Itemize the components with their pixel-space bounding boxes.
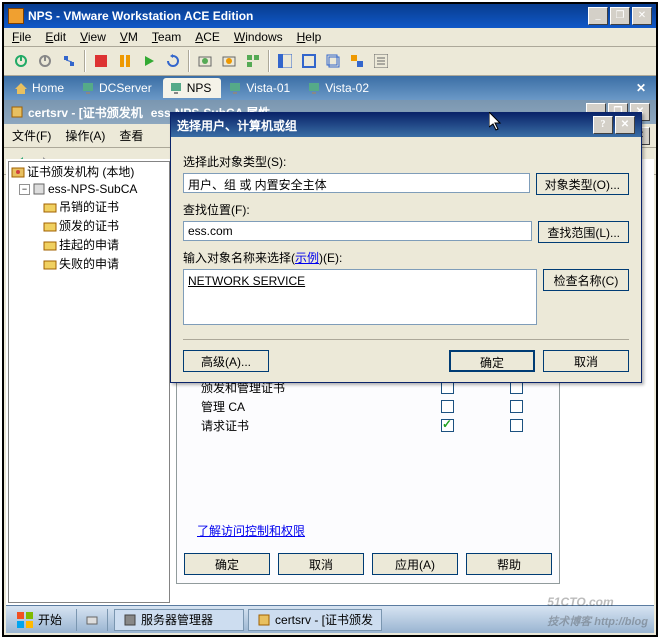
taskbar-item[interactable]: 服务器管理器 [114, 609, 244, 631]
object-name-input[interactable]: NETWORK SERVICE [183, 269, 537, 325]
menu-windows[interactable]: Windows [234, 30, 283, 44]
mmc-menu-file[interactable]: 文件(F) [12, 127, 51, 144]
menu-vm[interactable]: VM [120, 30, 138, 44]
tab-close-icon[interactable]: ✕ [630, 81, 652, 95]
object-name-label: 输入对象名称来选择(示例)(E): [183, 249, 629, 266]
pc-icon [228, 81, 242, 95]
power-off-icon2[interactable] [34, 50, 56, 72]
cancel-button[interactable]: 取消 [543, 350, 629, 372]
object-type-label: 选择此对象类型(S): [183, 153, 629, 170]
deny-checkbox[interactable] [510, 400, 523, 413]
object-types-button[interactable]: 对象类型(O)... [536, 173, 629, 195]
allow-checkbox[interactable] [441, 419, 454, 432]
vmware-titlebar: NPS - VMware Workstation ACE Edition _ ❐… [4, 4, 656, 28]
tab-vista01[interactable]: Vista-01 [222, 78, 300, 98]
play-icon[interactable] [138, 50, 160, 72]
windows-logo-icon [16, 611, 34, 629]
cert-icon [10, 105, 24, 119]
location-field: ess.com [183, 221, 532, 241]
folder-icon [43, 257, 57, 271]
tree-item[interactable]: 失败的申请 [9, 254, 169, 273]
snapshot-icon[interactable] [194, 50, 216, 72]
power-off-icon[interactable] [10, 50, 32, 72]
tab-dcserver[interactable]: DCServer [75, 78, 162, 98]
menu-file[interactable]: File [12, 30, 31, 44]
deny-checkbox[interactable] [510, 419, 523, 432]
object-type-field: 用户、组 或 内置安全主体 [183, 173, 530, 193]
fullscreen-icon[interactable] [298, 50, 320, 72]
taskbar: 开始 服务器管理器 certsrv - [证书颁发 [6, 605, 654, 633]
tree-root[interactable]: 证书颁发机构 (本地) [9, 162, 169, 181]
quick-launch-icon[interactable] [81, 609, 103, 631]
check-names-button[interactable]: 检查名称(C) [543, 269, 629, 291]
advanced-button[interactable]: 高级(A)... [183, 350, 269, 372]
menu-help[interactable]: Help [297, 30, 322, 44]
menu-team[interactable]: Team [152, 30, 181, 44]
location-label: 查找位置(F): [183, 201, 629, 218]
unity-icon[interactable] [346, 50, 368, 72]
network-icon[interactable] [58, 50, 80, 72]
tree-ca[interactable]: − ess-NPS-SubCA [9, 181, 169, 197]
select-user-dialog: 选择用户、计算机或组 ? ✕ 选择此对象类型(S): 用户、组 或 内置安全主体… [170, 112, 642, 383]
props-apply-button[interactable]: 应用(A) [372, 553, 458, 575]
pause-icon[interactable] [114, 50, 136, 72]
tree-item[interactable]: 颁发的证书 [9, 216, 169, 235]
collapse-icon[interactable]: − [19, 184, 30, 195]
ok-button[interactable]: 确定 [449, 350, 535, 372]
props-ok-button[interactable]: 确定 [184, 553, 270, 575]
close-button[interactable]: ✕ [632, 7, 652, 25]
window-title: NPS - VMware Workstation ACE Edition [28, 9, 588, 23]
menu-ace[interactable]: ACE [195, 30, 220, 44]
home-icon [14, 81, 28, 95]
vm-tabbar: Home DCServer NPS Vista-01 Vista-02 ✕ [4, 76, 656, 100]
mmc-menu-view[interactable]: 查看 [119, 127, 143, 144]
reset-icon[interactable] [162, 50, 184, 72]
folder-icon [43, 200, 57, 214]
stop-icon[interactable] [90, 50, 112, 72]
folder-icon [43, 238, 57, 252]
perm-row: 请求证书 [177, 416, 559, 435]
tab-home[interactable]: Home [8, 78, 74, 98]
properties-panel-back: 读取 颁发和管理证书 管理 CA 请求证书 了解访问控制和权限 确定 取消 应用… [176, 354, 560, 584]
pc-icon [307, 81, 321, 95]
tab-nps[interactable]: NPS [163, 78, 222, 98]
vmware-menubar: File Edit View VM Team ACE Windows Help [4, 28, 656, 47]
dialog-title: 选择用户、计算机或组 ? ✕ [171, 113, 641, 137]
mmc-menu-action[interactable]: 操作(A) [65, 127, 105, 144]
revert-icon[interactable] [218, 50, 240, 72]
vmware-toolbar [4, 47, 656, 76]
sidebar-icon[interactable] [274, 50, 296, 72]
minimize-button[interactable]: _ [588, 7, 608, 25]
taskbar-item[interactable]: certsrv - [证书颁发 [248, 609, 382, 631]
tree-item[interactable]: 挂起的申请 [9, 235, 169, 254]
menu-edit[interactable]: Edit [45, 30, 66, 44]
perm-row: 管理 CA [177, 397, 559, 416]
cert-icon [257, 613, 271, 627]
manage-snapshot-icon[interactable] [242, 50, 264, 72]
dialog-help-button[interactable]: ? [593, 116, 613, 134]
start-button[interactable]: 开始 [6, 606, 72, 633]
restore-button[interactable]: ❐ [610, 7, 630, 25]
acl-help-link[interactable]: 了解访问控制和权限 [197, 524, 305, 538]
locations-button[interactable]: 查找范围(L)... [538, 221, 629, 243]
dialog-close-button[interactable]: ✕ [615, 116, 635, 134]
popout-icon[interactable] [322, 50, 344, 72]
cert-authority-icon [11, 165, 25, 179]
cert-tree: 证书颁发机构 (本地) − ess-NPS-SubCA 吊销的证书 颁发的证书 … [8, 161, 170, 603]
tab-vista02[interactable]: Vista-02 [301, 78, 379, 98]
summary-icon[interactable] [370, 50, 392, 72]
example-link[interactable]: 示例 [295, 251, 319, 265]
folder-icon [43, 219, 57, 233]
props-help-button[interactable]: 帮助 [466, 553, 552, 575]
pc-icon [81, 81, 95, 95]
pc-icon [169, 81, 183, 95]
allow-checkbox[interactable] [441, 400, 454, 413]
menu-view[interactable]: View [80, 30, 106, 44]
app-icon [8, 8, 24, 24]
server-manager-icon [123, 613, 137, 627]
tree-item[interactable]: 吊销的证书 [9, 197, 169, 216]
props-cancel-button[interactable]: 取消 [278, 553, 364, 575]
server-icon [32, 182, 46, 196]
